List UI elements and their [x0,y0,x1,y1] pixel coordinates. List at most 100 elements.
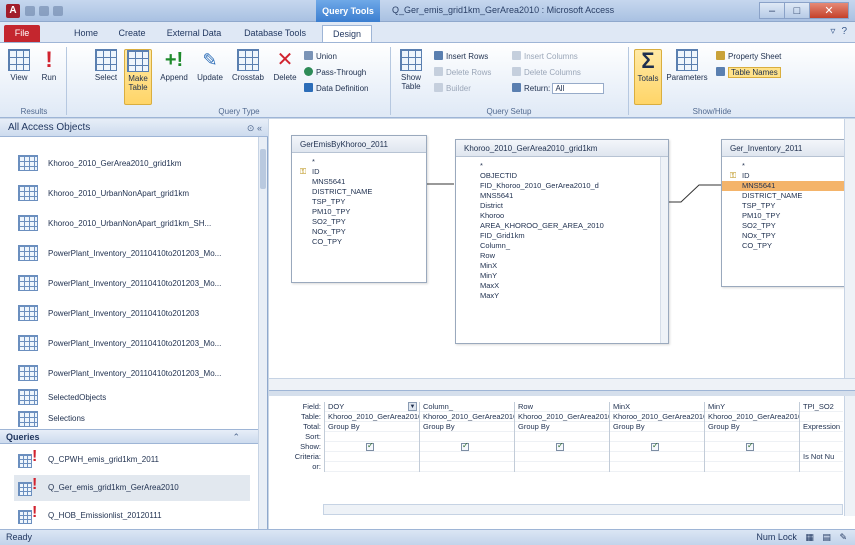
field-item[interactable]: * [460,161,668,171]
field-item[interactable]: ⚿ ID [722,171,844,181]
field-item[interactable]: Column_ [460,241,668,251]
view-button[interactable]: View [6,49,32,82]
grid-sort-cell[interactable] [515,432,609,442]
access-app-icon[interactable]: A [6,4,20,18]
grid-field-cell[interactable]: Column_ [420,402,514,412]
nav-menu-chevron-icon[interactable]: ⊙ [247,123,255,133]
grid-criteria-cell[interactable] [610,452,704,462]
field-item[interactable]: ⚿ ID [292,167,426,177]
table-names-button[interactable]: Table Names [716,67,781,78]
grid-table-cell[interactable]: Khoroo_2010_GerArea2010 [420,412,514,422]
field-item[interactable]: MNS5641 [460,191,668,201]
field-item[interactable]: Khoroo [460,211,668,221]
grid-table-cell[interactable] [800,412,843,422]
grid-column[interactable]: Column_ Khoroo_2010_GerArea2010 Group By [419,402,514,472]
nav-item-table[interactable]: Selections [14,409,250,429]
query-design-surface[interactable]: GerEmisByKhoroo_2011 * ⚿ ID MNS5641 DISTR… [269,119,855,391]
field-item[interactable]: MinY [460,271,668,281]
show-checkbox[interactable] [651,442,659,451]
grid-total-cell[interactable]: Group By [705,422,799,432]
field-item[interactable]: SO2_TPY [292,217,426,227]
join-line[interactable] [667,184,721,203]
field-item[interactable]: TSP_TPY [722,201,844,211]
datasheet-view-icon[interactable]: ▦ [805,532,814,542]
field-item[interactable]: Row [460,251,668,261]
table-window-khoroo-gerarea[interactable]: Khoroo_2010_GerArea2010_grid1km * OBJECT… [455,139,669,344]
field-item[interactable]: MinX [460,261,668,271]
grid-show-cell[interactable] [325,442,419,452]
tab-design[interactable]: Design [322,25,372,42]
grid-or-cell[interactable] [800,462,843,472]
dropdown-arrow-icon[interactable]: ▼ [408,402,417,411]
grid-vertical-scrollbar[interactable] [844,396,855,516]
field-item[interactable]: DISTRICT_NAME [722,191,844,201]
grid-sort-cell[interactable] [705,432,799,442]
grid-or-cell[interactable] [325,462,419,472]
grid-field-cell[interactable]: DOY ▼ [325,402,419,412]
grid-column[interactable]: TPI_SO2 Expression Is Not Nu [799,402,843,472]
tab-database-tools[interactable]: Database Tools [238,25,312,42]
field-item[interactable]: PM10_TPY [292,207,426,217]
nav-item-query-selected[interactable]: ! Q_Ger_emis_grid1km_GerArea2010 [14,475,250,501]
grid-table-cell[interactable]: Khoroo_2010_GerArea2010 [705,412,799,422]
field-item[interactable]: MaxY [460,291,668,301]
nav-item-table[interactable]: PowerPlant_Inventory_20110410to201203_Mo… [14,361,250,387]
grid-show-cell[interactable] [800,442,843,452]
tab-home[interactable]: Home [68,25,104,42]
grid-table-cell[interactable]: Khoroo_2010_GerArea2010 [515,412,609,422]
field-item[interactable]: SO2_TPY [722,221,844,231]
grid-total-cell[interactable]: Group By [420,422,514,432]
grid-table-cell[interactable]: Khoroo_2010_GerArea2010 [610,412,704,422]
grid-criteria-cell[interactable] [515,452,609,462]
grid-total-cell[interactable]: Group By [610,422,704,432]
close-button[interactable]: ✕ [809,2,849,19]
design-horizontal-scrollbar[interactable] [269,378,855,390]
shutter-bar-icon[interactable]: « [257,123,262,133]
save-icon[interactable] [25,6,35,16]
nav-item-table[interactable]: Khoroo_2010_UrbanNonApart_grid1km_SH... [14,211,250,237]
grid-show-cell[interactable] [515,442,609,452]
delete-query-button[interactable]: ✕ Delete [270,49,300,82]
grid-show-cell[interactable] [420,442,514,452]
insert-rows-button[interactable]: Insert Rows [434,51,488,61]
update-button[interactable]: ✎ Update [194,49,226,82]
field-item[interactable]: DISTRICT_NAME [292,187,426,197]
field-item[interactable]: District [460,201,668,211]
field-item[interactable]: CO_TPY [292,237,426,247]
grid-criteria-cell[interactable] [325,452,419,462]
run-button[interactable]: ! Run [36,49,62,83]
field-item[interactable]: NOx_TPY [292,227,426,237]
design-view-icon[interactable]: ✎ [839,532,847,542]
nav-item-query[interactable]: ! Q_HOB_Emissionlist_20120111 [14,503,250,529]
field-item[interactable]: PM10_TPY [722,211,844,221]
grid-sort-cell[interactable] [610,432,704,442]
show-table-button[interactable]: Show Table [396,49,426,91]
delete-rows-button[interactable]: Delete Rows [434,67,491,77]
pass-through-button[interactable]: Pass-Through [304,67,366,77]
totals-button[interactable]: Σ Totals [634,49,662,105]
field-item[interactable]: CO_TPY [722,241,844,251]
grid-field-cell[interactable]: Row [515,402,609,412]
grid-show-cell[interactable] [610,442,704,452]
show-checkbox[interactable] [556,442,564,451]
grid-column[interactable]: DOY ▼ Khoroo_2010_GerArea2010 Group By [324,402,419,472]
tab-create[interactable]: Create [112,25,152,42]
minimize-button[interactable]: – [759,2,785,19]
delete-columns-button[interactable]: Delete Columns [512,67,581,77]
return-select[interactable]: All [552,83,605,95]
field-item[interactable]: FID_Khoroo_2010_GerArea2010_d [460,181,668,191]
field-item[interactable]: * [292,157,426,167]
grid-column[interactable]: MinY Khoroo_2010_GerArea2010 Group By [704,402,799,472]
grid-field-cell[interactable]: TPI_SO2 [800,402,843,412]
grid-show-cell[interactable] [705,442,799,452]
field-item[interactable]: FID_Grid1km [460,231,668,241]
show-checkbox[interactable] [461,442,469,451]
show-checkbox[interactable] [746,442,754,451]
insert-columns-button[interactable]: Insert Columns [512,51,578,61]
help-icon[interactable]: ? [841,26,847,37]
union-button[interactable]: Union [304,51,337,61]
grid-or-cell[interactable] [515,462,609,472]
grid-sort-cell[interactable] [420,432,514,442]
grid-or-cell[interactable] [610,462,704,472]
crosstab-button[interactable]: Crosstab [230,49,266,82]
